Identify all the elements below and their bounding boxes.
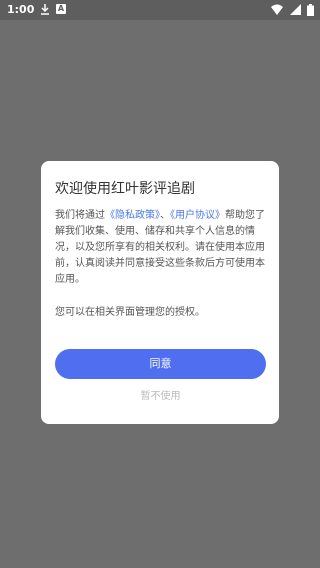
status-time: 1:00 (7, 3, 35, 16)
battery-icon (307, 4, 314, 16)
separator: 、 (160, 210, 170, 221)
app-notification-icon: A (56, 4, 66, 14)
agree-button[interactable]: 同意 (55, 349, 266, 379)
download-icon (41, 4, 49, 15)
dialog-body: 我们将通过《隐私政策》、《用户协议》帮助您了解我们收集、使用、储存和共享个人信息… (55, 208, 267, 288)
status-bar: 1:00 A (0, 0, 320, 20)
consent-dialog: 欢迎使用红叶影评追剧 我们将通过《隐私政策》、《用户协议》帮助您了解我们收集、使… (41, 161, 279, 424)
privacy-policy-link[interactable]: 《隐私政策》 (105, 210, 160, 221)
wifi-icon (271, 4, 283, 15)
manage-text: 您可以在相关界面管理您的授权。 (55, 307, 205, 318)
decline-button[interactable]: 暂不使用 (55, 387, 266, 407)
status-icons (268, 4, 314, 16)
body-prefix: 我们将通过 (55, 210, 105, 221)
user-agreement-link[interactable]: 《用户协议》 (170, 210, 225, 221)
dialog-title: 欢迎使用红叶影评追剧 (55, 181, 195, 197)
body-suffix: 帮助您了解我们收集、使用、储存和共享个人信息的情况，以及您所享有的相关权利。请在… (55, 210, 265, 285)
signal-icon (289, 4, 301, 15)
